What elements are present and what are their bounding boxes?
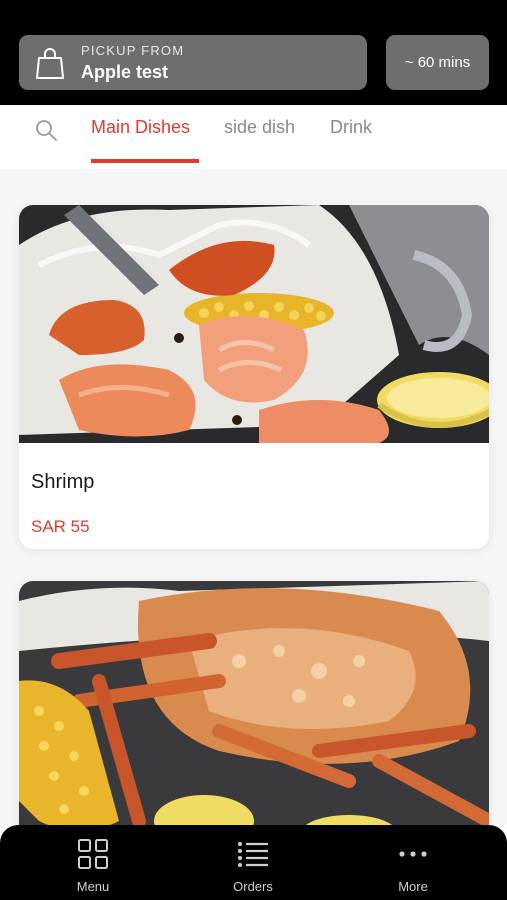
nav-more-label: More <box>398 879 428 894</box>
grid-icon <box>78 839 108 869</box>
pickup-location-selector[interactable]: PICKUP FROM Apple test <box>19 35 367 90</box>
header: PICKUP FROM Apple test ~ 60 mins <box>0 0 507 105</box>
nav-orders-label: Orders <box>233 879 273 894</box>
pickup-label: PICKUP FROM <box>81 42 185 58</box>
nav-menu-label: Menu <box>76 879 110 894</box>
list-icon <box>238 842 268 867</box>
category-tabs: Main Dishes side dish Drink <box>0 105 507 169</box>
product-card[interactable] <box>19 581 489 841</box>
shopping-bag-icon <box>36 47 64 79</box>
more-dots-icon <box>399 851 427 857</box>
nav-orders[interactable]: Orders <box>203 837 303 897</box>
tab-main-dishes[interactable]: Main Dishes <box>91 117 190 138</box>
product-list[interactable]: Shrimp SAR 55 <box>0 169 507 841</box>
eta-badge[interactable]: ~ 60 mins <box>386 35 489 90</box>
product-price: SAR 55 <box>31 517 90 536</box>
pickup-store-name: Apple test <box>81 61 169 82</box>
shrimp-boil-photo <box>19 205 489 443</box>
product-name: Shrimp <box>31 471 95 493</box>
tab-side-dish[interactable]: side dish <box>224 117 295 138</box>
tab-drink[interactable]: Drink <box>330 117 372 138</box>
nav-more[interactable]: More <box>363 837 463 897</box>
search-icon[interactable] <box>34 118 58 142</box>
bottom-navigation: Menu Orders More <box>0 825 507 900</box>
product-card[interactable]: Shrimp SAR 55 <box>19 205 489 549</box>
crab-boil-photo <box>19 581 489 841</box>
nav-menu[interactable]: Menu <box>43 837 143 897</box>
active-tab-indicator <box>91 159 199 163</box>
